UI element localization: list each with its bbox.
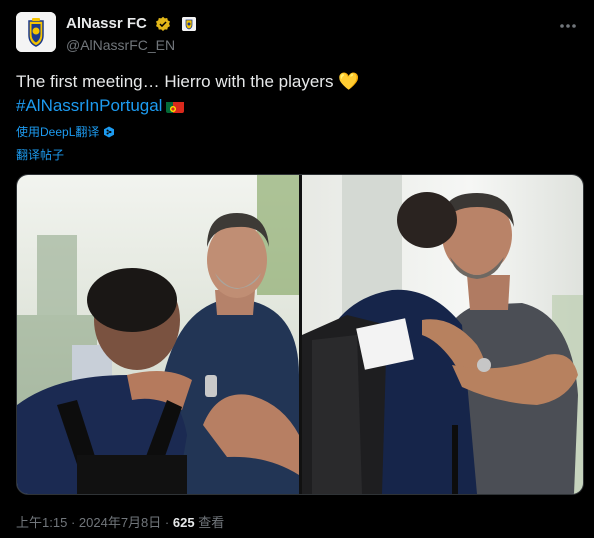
footer-separator: · bbox=[70, 515, 76, 530]
photo-right[interactable] bbox=[302, 175, 583, 494]
tweet-text-line1: The first meeting… Hierro with the playe… bbox=[16, 72, 334, 91]
hashtag-link[interactable]: #AlNassrInPortugal bbox=[16, 96, 162, 115]
alnassr-logo bbox=[16, 12, 56, 52]
view-count: 625 bbox=[172, 515, 195, 530]
deepl-icon bbox=[103, 126, 115, 138]
tweet-text: The first meeting… Hierro with the playe… bbox=[16, 70, 578, 118]
tweet-date[interactable]: 2024年7月8日 bbox=[79, 515, 161, 530]
deepl-translate-label[interactable]: 使用DeepL翻译 bbox=[16, 125, 99, 139]
portugal-flag-icon bbox=[166, 99, 185, 113]
display-name[interactable]: AlNassr FC bbox=[66, 15, 147, 32]
translate-post-link[interactable]: 翻译帖子 bbox=[16, 146, 64, 163]
photo-left[interactable] bbox=[17, 175, 299, 494]
footer-separator: · bbox=[164, 515, 170, 530]
more-icon[interactable] bbox=[558, 16, 578, 36]
verified-badge-icon[interactable] bbox=[155, 16, 171, 32]
deepl-translate-link[interactable]: 使用DeepL翻译 bbox=[16, 123, 115, 140]
handle[interactable]: @AlNassrFC_EN bbox=[66, 37, 196, 53]
yellow-heart-icon: 💛 bbox=[338, 72, 360, 91]
avatar[interactable] bbox=[16, 12, 56, 52]
tweet-header: AlNassr FC @AlNassrFC_EN bbox=[16, 12, 578, 56]
media-grid[interactable] bbox=[16, 174, 584, 495]
view-label: 查看 bbox=[198, 515, 225, 530]
affiliate-badge-icon[interactable] bbox=[181, 16, 196, 31]
tweet-time[interactable]: 上午1:15 bbox=[16, 515, 67, 530]
tweet-footer: 上午1:15 · 2024年7月8日 · 625 查看 bbox=[16, 512, 224, 531]
